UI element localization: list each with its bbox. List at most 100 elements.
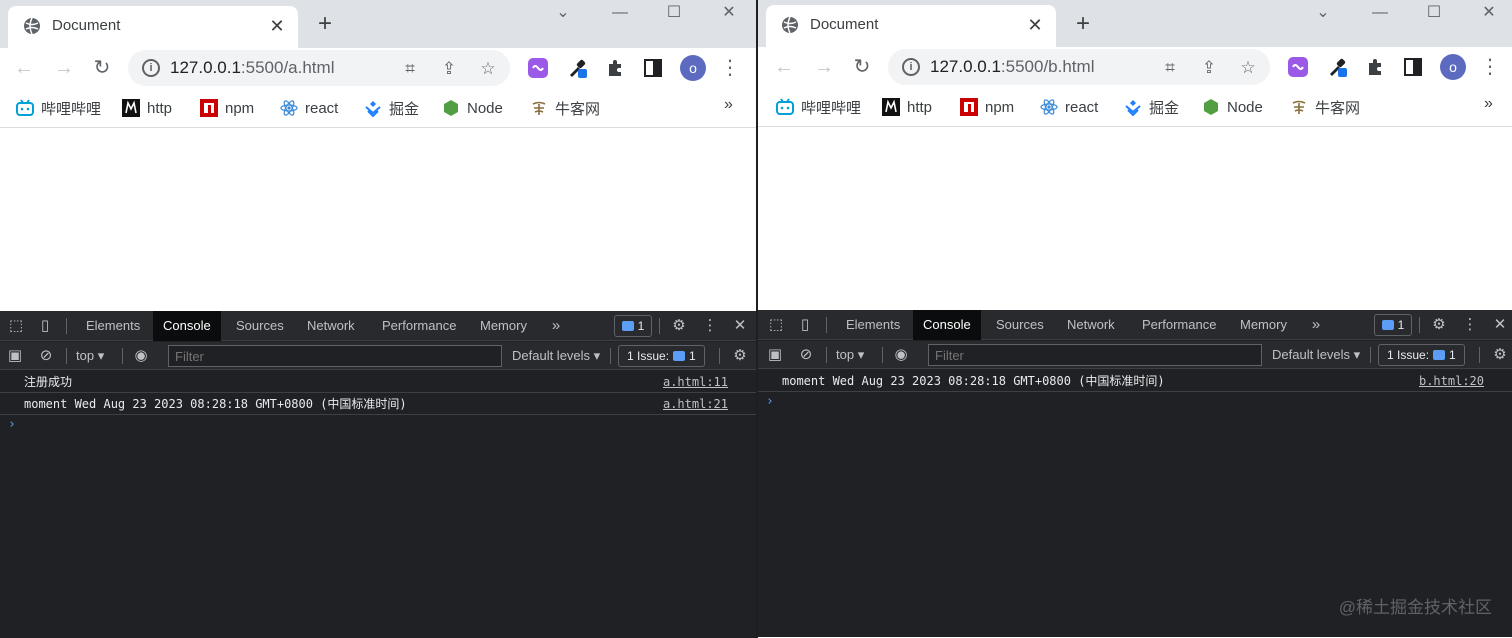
- new-tab-button[interactable]: +: [1070, 12, 1096, 38]
- console-prompt[interactable]: ›: [0, 415, 756, 435]
- more-tabs-chevron-icon[interactable]: »: [547, 317, 565, 335]
- bookmark-nowcoder[interactable]: 牛客网: [530, 98, 600, 118]
- show-sidebar-icon[interactable]: ▣: [6, 347, 24, 365]
- extension-purple-icon[interactable]: [527, 57, 549, 79]
- browser-tab[interactable]: Document ✕: [766, 5, 1056, 47]
- live-expression-eye-icon[interactable]: ◉: [132, 347, 150, 365]
- browser-tab[interactable]: Document ✕: [8, 6, 298, 48]
- bookmark-http[interactable]: http: [122, 98, 172, 118]
- puzzle-extensions-icon[interactable]: [604, 57, 626, 79]
- log-source-link[interactable]: a.html:11: [663, 371, 728, 393]
- forward-button[interactable]: →: [50, 54, 78, 82]
- translate-icon[interactable]: ⌗: [400, 59, 420, 79]
- bookmark-nowcoder[interactable]: 牛客网: [1290, 97, 1360, 117]
- eyedropper-extension-icon[interactable]: [566, 57, 588, 79]
- console-settings-gear-icon[interactable]: ⚙: [1491, 346, 1509, 364]
- maximize-button[interactable]: ☐: [1421, 2, 1447, 24]
- share-icon[interactable]: ⇪: [439, 59, 459, 79]
- show-sidebar-icon[interactable]: ▣: [766, 346, 784, 364]
- chevron-down-icon[interactable]: ⌄: [550, 2, 576, 24]
- close-window-button[interactable]: ✕: [716, 2, 742, 24]
- menu-kebab-icon[interactable]: ⋮: [716, 54, 744, 82]
- info-icon[interactable]: i: [902, 58, 920, 76]
- tab-performance[interactable]: Performance: [1132, 310, 1226, 340]
- live-expression-eye-icon[interactable]: ◉: [892, 346, 910, 364]
- side-panel-icon[interactable]: [1402, 56, 1424, 78]
- bookmark-juejin[interactable]: 掘金: [1124, 97, 1179, 117]
- close-tab-icon[interactable]: ✕: [1024, 14, 1046, 36]
- maximize-button[interactable]: ☐: [661, 2, 687, 24]
- tab-memory[interactable]: Memory: [470, 311, 537, 341]
- profile-avatar[interactable]: o: [680, 55, 706, 81]
- context-selector[interactable]: top ▾: [76, 342, 104, 370]
- tab-console[interactable]: Console: [153, 311, 221, 341]
- back-button[interactable]: ←: [770, 53, 798, 81]
- log-levels-dropdown[interactable]: Default levels ▾: [512, 342, 600, 370]
- extension-purple-icon[interactable]: [1287, 56, 1309, 78]
- share-icon[interactable]: ⇪: [1199, 58, 1219, 78]
- info-icon[interactable]: i: [142, 59, 160, 77]
- inspect-element-icon[interactable]: ⬚: [7, 317, 25, 335]
- console-settings-gear-icon[interactable]: ⚙: [731, 347, 749, 365]
- menu-kebab-icon[interactable]: ⋮: [1476, 53, 1504, 81]
- translate-icon[interactable]: ⌗: [1160, 58, 1180, 78]
- log-source-link[interactable]: b.html:20: [1419, 370, 1484, 392]
- address-bar[interactable]: i 127.0.0.1:5500/b.html ⌗ ⇪ ☆: [888, 49, 1270, 85]
- bookmark-star-icon[interactable]: ☆: [478, 59, 498, 79]
- log-levels-dropdown[interactable]: Default levels ▾: [1272, 341, 1360, 369]
- device-toolbar-icon[interactable]: ▯: [36, 317, 54, 335]
- tab-elements[interactable]: Elements: [76, 311, 150, 341]
- close-tab-icon[interactable]: ✕: [266, 15, 288, 37]
- clear-console-icon[interactable]: ⊘: [37, 347, 55, 365]
- issues-button[interactable]: 1 Issue: 1: [618, 345, 705, 367]
- bookmark-juejin[interactable]: 掘金: [364, 98, 419, 118]
- log-source-link[interactable]: a.html:21: [663, 393, 728, 415]
- messages-badge[interactable]: 1: [1374, 314, 1412, 336]
- side-panel-icon[interactable]: [642, 57, 664, 79]
- minimize-button[interactable]: —: [607, 2, 633, 24]
- clear-console-icon[interactable]: ⊘: [797, 346, 815, 364]
- gear-icon[interactable]: ⚙: [670, 317, 688, 335]
- bookmark-bilibili[interactable]: 哔哩哔哩: [776, 97, 861, 117]
- close-devtools-icon[interactable]: ✕: [731, 317, 749, 335]
- tab-elements[interactable]: Elements: [836, 310, 910, 340]
- devtools-kebab-icon[interactable]: ⋮: [1461, 316, 1479, 334]
- device-toolbar-icon[interactable]: ▯: [796, 316, 814, 334]
- tab-memory[interactable]: Memory: [1230, 310, 1297, 340]
- tab-console[interactable]: Console: [913, 310, 981, 340]
- bookmark-npm[interactable]: npm: [200, 98, 254, 118]
- bookmarks-overflow-button[interactable]: »: [724, 96, 733, 114]
- chevron-down-icon[interactable]: ⌄: [1310, 2, 1336, 24]
- context-selector[interactable]: top ▾: [836, 341, 864, 369]
- minimize-button[interactable]: —: [1367, 2, 1393, 24]
- inspect-element-icon[interactable]: ⬚: [767, 316, 785, 334]
- bookmark-node[interactable]: Node: [442, 98, 503, 118]
- close-window-button[interactable]: ✕: [1476, 2, 1502, 24]
- bookmark-bilibili[interactable]: 哔哩哔哩: [16, 98, 101, 118]
- back-button[interactable]: ←: [10, 54, 38, 82]
- tab-network[interactable]: Network: [1057, 310, 1125, 340]
- address-bar[interactable]: i 127.0.0.1:5500/a.html ⌗ ⇪ ☆: [128, 50, 510, 86]
- close-devtools-icon[interactable]: ✕: [1491, 316, 1509, 334]
- console-prompt[interactable]: ›: [758, 392, 1512, 412]
- devtools-kebab-icon[interactable]: ⋮: [701, 317, 719, 335]
- bookmark-http[interactable]: http: [882, 97, 932, 117]
- messages-badge[interactable]: 1: [614, 315, 652, 337]
- new-tab-button[interactable]: +: [312, 12, 338, 38]
- tab-network[interactable]: Network: [297, 311, 365, 341]
- console-filter-input[interactable]: [168, 345, 502, 367]
- tab-performance[interactable]: Performance: [372, 311, 466, 341]
- bookmark-node[interactable]: Node: [1202, 97, 1263, 117]
- bookmark-star-icon[interactable]: ☆: [1238, 58, 1258, 78]
- gear-icon[interactable]: ⚙: [1430, 316, 1448, 334]
- bookmark-react[interactable]: react: [280, 98, 338, 118]
- puzzle-extensions-icon[interactable]: [1364, 56, 1386, 78]
- tab-sources[interactable]: Sources: [986, 310, 1054, 340]
- bookmark-npm[interactable]: npm: [960, 97, 1014, 117]
- eyedropper-extension-icon[interactable]: [1326, 56, 1348, 78]
- reload-button[interactable]: ↻: [848, 53, 876, 81]
- profile-avatar[interactable]: o: [1440, 54, 1466, 80]
- reload-button[interactable]: ↻: [88, 54, 116, 82]
- tab-sources[interactable]: Sources: [226, 311, 294, 341]
- bookmark-react[interactable]: react: [1040, 97, 1098, 117]
